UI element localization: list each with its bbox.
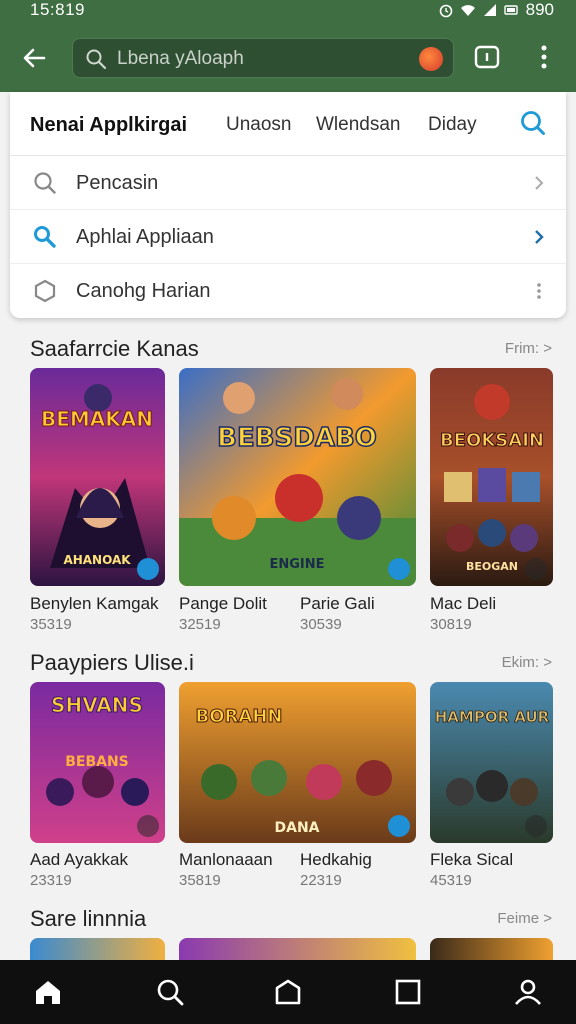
account-icon[interactable]: [512, 976, 544, 1008]
search-icon: [86, 49, 107, 70]
game-art: BEBSDABO ENGINE: [179, 368, 416, 586]
bottom-navigation: [0, 960, 576, 1024]
app-count: 35319: [30, 616, 72, 633]
voice-icon[interactable]: [419, 47, 443, 71]
art-subtitle: BEBANS: [65, 754, 129, 770]
game-art: BEMAKAN AHANOAK: [30, 368, 165, 586]
app-name: Aad Ayakkak: [30, 850, 128, 869]
app-name: Benylen Kamgak: [30, 594, 159, 613]
section-title: Paaypiers Ulise.i: [30, 650, 194, 675]
art-subtitle: DANA: [274, 820, 319, 836]
app-name: Manlonaaan: [179, 850, 273, 869]
section-apps-1: Saafarrcie Kanas Frim: > BEMAKAN AHANOAK…: [0, 336, 576, 636]
signal-icon: [483, 4, 496, 16]
suggestion-item[interactable]: Pencasin: [10, 156, 566, 210]
tab-main[interactable]: Nenai Applkirgai: [30, 114, 187, 137]
section-title: Saafarrcie Kanas: [30, 336, 199, 361]
tab-switch-icon[interactable]: [472, 42, 502, 72]
app-name: Pange Dolit: [179, 594, 267, 613]
app-name: Mac Deli: [430, 594, 497, 613]
app-count: 30539: [300, 616, 342, 633]
app-tile[interactable]: BEOKSAIN BEOGAN: [430, 368, 553, 586]
wifi-icon: [460, 5, 475, 16]
app-tile[interactable]: BORAHN DANA: [179, 682, 416, 843]
app-count: 23319: [30, 872, 72, 889]
battery-icon: [503, 5, 518, 15]
app-count: 22319: [300, 872, 342, 889]
app-bar: Lbena yAloaph: [0, 36, 576, 80]
suggestion-label: Aphlai Appliaan: [76, 226, 214, 248]
search-icon[interactable]: [154, 976, 186, 1008]
app-tile[interactable]: [30, 938, 165, 960]
alarm-icon: [439, 4, 452, 18]
section-more-link[interactable]: Frim: >: [505, 340, 552, 357]
app-tile[interactable]: [430, 938, 553, 960]
section-more-link[interactable]: Feime >: [497, 910, 552, 927]
art-subtitle: BEOGAN: [466, 560, 518, 573]
section-title: Sare linnnia: [30, 906, 147, 931]
app-count: 30819: [430, 616, 472, 633]
suggestion-item[interactable]: Canohg Harian: [10, 264, 566, 318]
home-icon[interactable]: [32, 976, 64, 1008]
art-title: SHVANS: [51, 693, 143, 717]
install-badge-icon[interactable]: [388, 558, 410, 580]
game-art: BORAHN DANA: [179, 682, 416, 843]
app-tile[interactable]: HAMPOR AUR: [430, 682, 553, 843]
app-name: Hedkahig: [300, 850, 372, 869]
install-badge-icon[interactable]: [525, 815, 547, 837]
install-badge-icon[interactable]: [137, 558, 159, 580]
app-count: 32519: [179, 616, 221, 633]
art-title: BEOKSAIN: [440, 430, 544, 451]
status-bar: 15:819 890: [0, 0, 576, 22]
more-vert-icon[interactable]: [532, 282, 546, 300]
art-title: BEBSDABO: [217, 423, 377, 453]
app-name: Parie Gali: [300, 594, 375, 613]
square-icon[interactable]: [392, 976, 424, 1008]
suggestion-label: Canohg Harian: [76, 280, 211, 302]
search-placeholder: Lbena yAloaph: [117, 48, 244, 69]
app-count: 35819: [179, 872, 221, 889]
app-tile[interactable]: [179, 938, 416, 960]
app-tile[interactable]: SHVANS BEBANS: [30, 682, 165, 843]
back-arrow-icon[interactable]: [20, 44, 48, 72]
search-input[interactable]: Lbena yAloaph: [72, 38, 454, 78]
search-icon: [34, 226, 56, 248]
chevron-right-icon: [535, 176, 544, 190]
app-count: 45319: [430, 872, 472, 889]
suggestion-label: Pencasin: [76, 172, 159, 194]
app-header: 15:819 890 Lbena yAloaph: [0, 0, 576, 92]
art-title: BEMAKAN: [41, 407, 153, 431]
hexagon-icon: [34, 279, 56, 303]
suggestion-item[interactable]: Aphlai Appliaan: [10, 210, 566, 264]
tab-wlendsan[interactable]: Wlendsan: [316, 114, 401, 136]
section-more-link[interactable]: Ekim: >: [502, 654, 552, 671]
install-badge-icon[interactable]: [388, 815, 410, 837]
suggestion-tabs: Nenai Applkirgai Unaosn Wlendsan Diday: [10, 92, 566, 156]
chevron-right-icon: [535, 230, 544, 244]
search-icon[interactable]: [518, 108, 548, 138]
library-icon[interactable]: [272, 976, 304, 1008]
install-badge-icon[interactable]: [525, 558, 547, 580]
art-title: HAMPOR AUR: [435, 708, 550, 726]
battery-level: 890: [525, 0, 554, 19]
tab-unaosn[interactable]: Unaosn: [226, 114, 292, 136]
art-subtitle: AHANOAK: [63, 553, 131, 567]
section-apps-2: Paaypiers Ulise.i Ekim: > SHVANS BEBANS …: [0, 650, 576, 900]
art-subtitle: ENGINE: [269, 557, 324, 572]
section-apps-3: Sare linnnia Feime >: [0, 906, 576, 960]
app-name: Fleka Sical: [430, 850, 514, 869]
install-badge-icon[interactable]: [137, 815, 159, 837]
more-vert-icon[interactable]: [532, 42, 556, 72]
app-tile[interactable]: BEBSDABO ENGINE: [179, 368, 416, 586]
search-icon: [34, 172, 56, 194]
game-art: BEOKSAIN BEOGAN: [430, 368, 553, 586]
search-suggestions-card: Nenai Applkirgai Unaosn Wlendsan Diday P…: [10, 92, 566, 318]
art-title: BORAHN: [196, 706, 283, 727]
tab-diday[interactable]: Diday: [428, 114, 477, 136]
app-tile[interactable]: BEMAKAN AHANOAK: [30, 368, 165, 586]
status-time: 15:819: [30, 0, 85, 19]
